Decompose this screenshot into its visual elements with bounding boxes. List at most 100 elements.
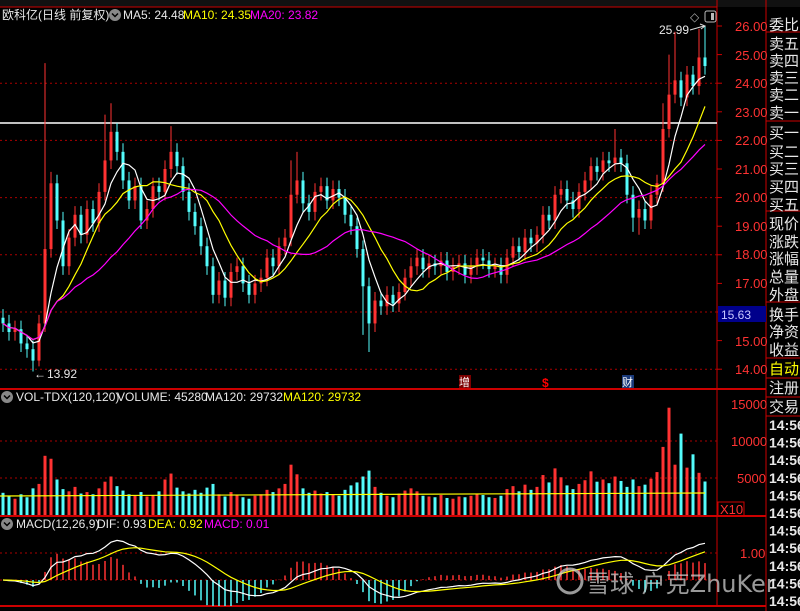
volume-tick: 15000: [731, 397, 767, 412]
quote-label: 买二: [769, 143, 799, 161]
dropdown-circle-icon[interactable]: [1, 518, 13, 530]
volume-bar: [337, 495, 341, 515]
volume-bar: [595, 481, 599, 515]
volume-bar: [343, 489, 347, 515]
candle-up: [97, 191, 101, 224]
candle-down: [379, 300, 383, 307]
volume-bar: [625, 486, 629, 515]
volume-bar: [415, 491, 419, 515]
volume-bar: [517, 491, 521, 515]
candle-up: [289, 194, 293, 238]
candle-down: [91, 209, 95, 224]
candle-up: [613, 157, 617, 164]
tick-time: 14:56: [769, 523, 800, 539]
candle-up: [541, 214, 545, 235]
price-tick: 25.00: [735, 48, 768, 63]
diamond-icon[interactable]: ◇: [690, 10, 700, 24]
volume-bar: [355, 482, 359, 515]
volume-bar: [703, 481, 707, 515]
candle-down: [517, 246, 521, 252]
volume-bar: [253, 495, 257, 515]
candle-up: [169, 151, 173, 169]
volume-bar: [235, 495, 239, 515]
tick-time: 14:56: [769, 575, 800, 591]
volume-bar: [211, 483, 215, 515]
volume-bar: [121, 490, 125, 515]
volume-bar: [421, 495, 425, 515]
volume-value: VOLUME: 45280: [117, 390, 208, 404]
volume-bar: [469, 495, 473, 515]
volume-bar: [607, 483, 611, 515]
candle-up: [667, 94, 671, 129]
volume-bar: [37, 483, 41, 515]
candle-up: [277, 246, 281, 267]
volume-bar: [673, 464, 677, 515]
ma10-legend: MA10: 24.35: [183, 8, 251, 22]
price-tick: 14.00: [735, 362, 768, 377]
top-toolbar-strip[interactable]: [0, 0, 800, 7]
candle-up: [373, 300, 377, 324]
volume-bar: [19, 494, 23, 515]
candle-up: [415, 257, 419, 267]
watermark: 雪球 户克ZhuKer: [556, 567, 776, 598]
candle-up: [103, 160, 107, 192]
candle-down: [157, 186, 161, 192]
ma20-line: [2, 143, 706, 341]
volume-ma120-b: MA120: 29732: [283, 390, 361, 404]
candle-up: [253, 283, 257, 295]
candle-down: [691, 74, 695, 87]
candle-down: [481, 257, 485, 261]
tick-time: 14:56: [769, 452, 800, 468]
candle-down: [175, 151, 179, 167]
volume-bar: [463, 497, 467, 515]
stock-chart[interactable]: 欧科亿(日线 前复权) MA5: 24.48 MA10: 24.35 MA20:…: [0, 0, 800, 611]
volume-bar: [217, 494, 221, 515]
current-price-value: 15.63: [721, 308, 751, 322]
volume-bar: [205, 487, 209, 515]
register-button[interactable]: 注册: [769, 379, 799, 397]
quote-label: 委比: [769, 16, 799, 34]
volume-bar: [115, 486, 119, 515]
quote-label: 卖二: [769, 86, 799, 104]
quote-label: 卖一: [769, 104, 799, 122]
candle-up: [49, 183, 53, 250]
marker-finance[interactable]: 财: [622, 375, 633, 389]
candle-down: [679, 80, 683, 98]
volume-bar: [241, 497, 245, 515]
quote-label: 卖三: [769, 69, 799, 87]
tick-time: 14:56: [769, 435, 800, 451]
candle-down: [193, 211, 197, 227]
candle-down: [247, 283, 251, 295]
volume-bar: [679, 433, 683, 515]
candle-up: [133, 186, 137, 201]
volume-bar: [637, 486, 641, 515]
quote-label: 外盘: [769, 286, 799, 304]
marker-dollar[interactable]: $: [542, 376, 549, 390]
volume-bar: [487, 497, 491, 515]
candle-up: [43, 249, 47, 324]
candle-down: [565, 189, 569, 201]
volume-bar: [283, 483, 287, 515]
volume-bar: [259, 494, 263, 515]
tick-time: 14:56: [769, 540, 800, 556]
auto-trade-button[interactable]: 自动: [769, 360, 799, 378]
trade-button[interactable]: 交易: [769, 398, 799, 416]
volume-bar: [7, 496, 11, 515]
volume-bar: [385, 495, 389, 515]
dropdown-circle-icon[interactable]: [109, 9, 121, 21]
candle-down: [361, 249, 365, 287]
macd-tick: 1.00: [740, 546, 765, 561]
volume-bar: [307, 492, 311, 515]
volume-bar: [493, 497, 497, 515]
volume-bar: [319, 493, 323, 515]
dropdown-circle-icon[interactable]: [1, 391, 13, 403]
candle-down: [619, 157, 623, 164]
candle-down: [595, 166, 599, 172]
volume-bar: [535, 486, 539, 515]
volume-bar: [91, 494, 95, 515]
marker-increase[interactable]: 增: [459, 375, 470, 389]
macd-dif: DIF: 0.93: [97, 517, 147, 531]
panel-toggle-icon[interactable]: [704, 10, 717, 23]
candle-up: [523, 237, 527, 252]
snowball-logo-icon: [556, 567, 584, 595]
